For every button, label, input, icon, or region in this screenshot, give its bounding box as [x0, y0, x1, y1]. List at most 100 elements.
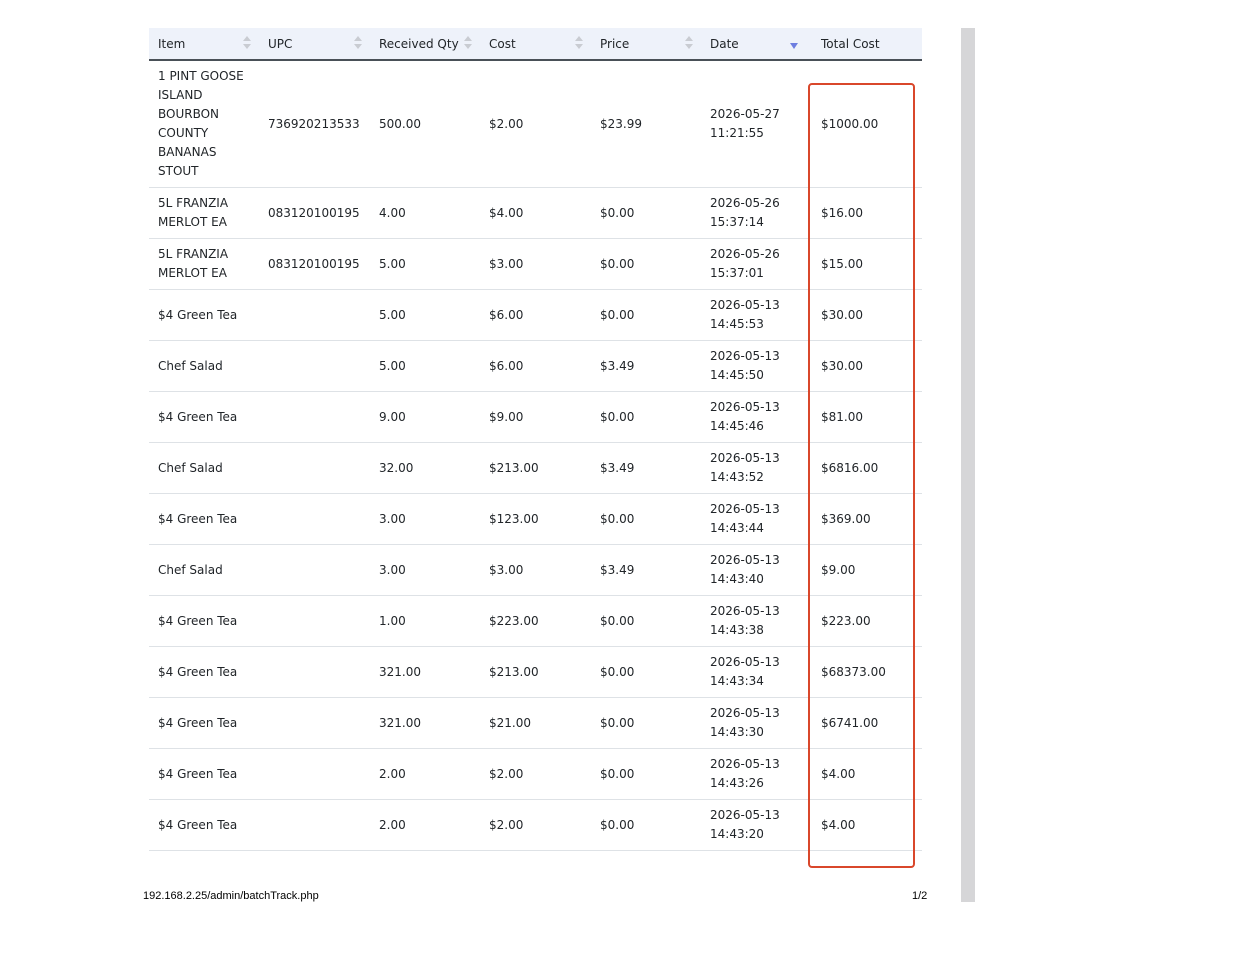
- cell-cost: $6.00: [480, 340, 591, 392]
- scrollbar[interactable]: [961, 28, 975, 902]
- cell-item: Chef Salad: [149, 442, 259, 494]
- cell-price: $0.00: [591, 697, 701, 749]
- cell-cost: $223.00: [480, 595, 591, 647]
- cell-item: 1 PINT GOOSE ISLAND BOURBON COUNTY BANAN…: [149, 60, 259, 188]
- cell-item: $4 Green Tea: [149, 493, 259, 545]
- cell-received-qty: 2.00: [370, 748, 480, 800]
- cell-upc: [259, 799, 370, 851]
- cell-total-cost: $223.00: [812, 595, 922, 647]
- cell-cost: $3.00: [480, 544, 591, 596]
- cell-total-cost: $4.00: [812, 748, 922, 800]
- cell-price: $3.49: [591, 544, 701, 596]
- cell-received-qty: 4.00: [370, 187, 480, 239]
- cell-cost: $9.00: [480, 391, 591, 443]
- column-header-date[interactable]: Date: [701, 28, 812, 61]
- batch-track-table: Item UPC Received Qty Cost Price Date To…: [149, 28, 922, 851]
- cell-upc: [259, 340, 370, 392]
- cell-received-qty: 3.00: [370, 493, 480, 545]
- cell-upc: [259, 493, 370, 545]
- cell-total-cost: $68373.00: [812, 646, 922, 698]
- table-row: 5L FRANZIA MERLOT EA 083120100195 4.00 $4.0…: [149, 187, 922, 239]
- cell-upc: [259, 544, 370, 596]
- cell-upc: 736920213533: [259, 60, 370, 188]
- cell-price: $0.00: [591, 238, 701, 290]
- cell-total-cost: $15.00: [812, 238, 922, 290]
- table-row: Chef Salad 3.00 $3.00 $3.49 2026-05-13 14:43…: [149, 544, 922, 596]
- sort-descending-icon: [790, 43, 798, 49]
- cell-upc: [259, 697, 370, 749]
- cell-item: Chef Salad: [149, 340, 259, 392]
- table-row: Chef Salad 5.00 $6.00 $3.49 2026-05-13 14:45…: [149, 340, 922, 392]
- table-row: $4 Green Tea 2.00 $2.00 $0.00 2026-05-13 14:…: [149, 799, 922, 851]
- cell-received-qty: 1.00: [370, 595, 480, 647]
- cell-total-cost: $30.00: [812, 340, 922, 392]
- cell-cost: $2.00: [480, 799, 591, 851]
- footer-page-indicator: 1/2: [912, 890, 928, 902]
- cell-item: $4 Green Tea: [149, 697, 259, 749]
- cell-date: 2026-05-26 15:37:14: [701, 187, 812, 239]
- column-header-item[interactable]: Item: [149, 28, 259, 61]
- cell-date: 2026-05-27 11:21:55: [701, 60, 812, 188]
- column-header-upc[interactable]: UPC: [259, 28, 370, 61]
- cell-price: $0.00: [591, 289, 701, 341]
- cell-upc: [259, 646, 370, 698]
- column-header-total-cost[interactable]: Total Cost: [812, 28, 922, 61]
- cell-item: $4 Green Tea: [149, 391, 259, 443]
- table-row: 5L FRANZIA MERLOT EA 083120100195 5.00 $3.0…: [149, 238, 922, 290]
- cell-item: Chef Salad: [149, 544, 259, 596]
- column-header-label: Price: [600, 36, 630, 51]
- cell-price: $0.00: [591, 646, 701, 698]
- cell-cost: $123.00: [480, 493, 591, 545]
- cell-received-qty: 500.00: [370, 60, 480, 188]
- cell-date: 2026-05-13 14:43:26: [701, 748, 812, 800]
- cell-received-qty: 321.00: [370, 646, 480, 698]
- column-header-label: Item: [158, 36, 186, 51]
- cell-price: $0.00: [591, 493, 701, 545]
- cell-date: 2026-05-13 14:43:40: [701, 544, 812, 596]
- cell-date: 2026-05-13 14:43:34: [701, 646, 812, 698]
- table-header-row: Item UPC Received Qty Cost Price Date To…: [149, 28, 922, 61]
- table-row: $4 Green Tea 321.00 $21.00 $0.00 2026-05-13 …: [149, 697, 922, 749]
- column-header-label: Cost: [489, 36, 516, 51]
- sort-both-icon: [575, 36, 583, 50]
- sort-both-icon: [243, 36, 251, 50]
- cell-upc: 083120100195: [259, 238, 370, 290]
- batch-track-table-container: Item UPC Received Qty Cost Price Date To…: [149, 28, 922, 851]
- cell-date: 2026-05-13 14:45:46: [701, 391, 812, 443]
- cell-cost: $213.00: [480, 442, 591, 494]
- cell-received-qty: 3.00: [370, 544, 480, 596]
- table-row: $4 Green Tea 1.00 $223.00 $0.00 2026-05-13 1…: [149, 595, 922, 647]
- cell-date: 2026-05-13 14:45:53: [701, 289, 812, 341]
- column-header-received-qty[interactable]: Received Qty: [370, 28, 480, 61]
- cell-total-cost: $81.00: [812, 391, 922, 443]
- column-header-cost[interactable]: Cost: [480, 28, 591, 61]
- column-header-label: Date: [710, 36, 739, 51]
- table-row: 1 PINT GOOSE ISLAND BOURBON COUNTY BANAN…: [149, 60, 922, 188]
- cell-total-cost: $6816.00: [812, 442, 922, 494]
- cell-date: 2026-05-13 14:43:20: [701, 799, 812, 851]
- cell-price: $0.00: [591, 748, 701, 800]
- cell-received-qty: 5.00: [370, 340, 480, 392]
- cell-total-cost: $16.00: [812, 187, 922, 239]
- cell-total-cost: $6741.00: [812, 697, 922, 749]
- cell-price: $3.49: [591, 340, 701, 392]
- cell-price: $0.00: [591, 187, 701, 239]
- column-header-price[interactable]: Price: [591, 28, 701, 61]
- cell-price: $3.49: [591, 442, 701, 494]
- table-row: $4 Green Tea 321.00 $213.00 $0.00 2026-05-13…: [149, 646, 922, 698]
- cell-price: $0.00: [591, 391, 701, 443]
- cell-cost: $2.00: [480, 60, 591, 188]
- cell-total-cost: $9.00: [812, 544, 922, 596]
- column-header-label: Received Qty: [379, 36, 459, 51]
- cell-item: $4 Green Tea: [149, 289, 259, 341]
- cell-total-cost: $369.00: [812, 493, 922, 545]
- cell-price: $0.00: [591, 799, 701, 851]
- table-row: $4 Green Tea 5.00 $6.00 $0.00 2026-05-13 14:…: [149, 289, 922, 341]
- cell-item: $4 Green Tea: [149, 646, 259, 698]
- cell-item: $4 Green Tea: [149, 799, 259, 851]
- table-row: $4 Green Tea 2.00 $2.00 $0.00 2026-05-13 14:…: [149, 748, 922, 800]
- cell-total-cost: $4.00: [812, 799, 922, 851]
- cell-cost: $6.00: [480, 289, 591, 341]
- cell-price: $0.00: [591, 595, 701, 647]
- cell-item: $4 Green Tea: [149, 595, 259, 647]
